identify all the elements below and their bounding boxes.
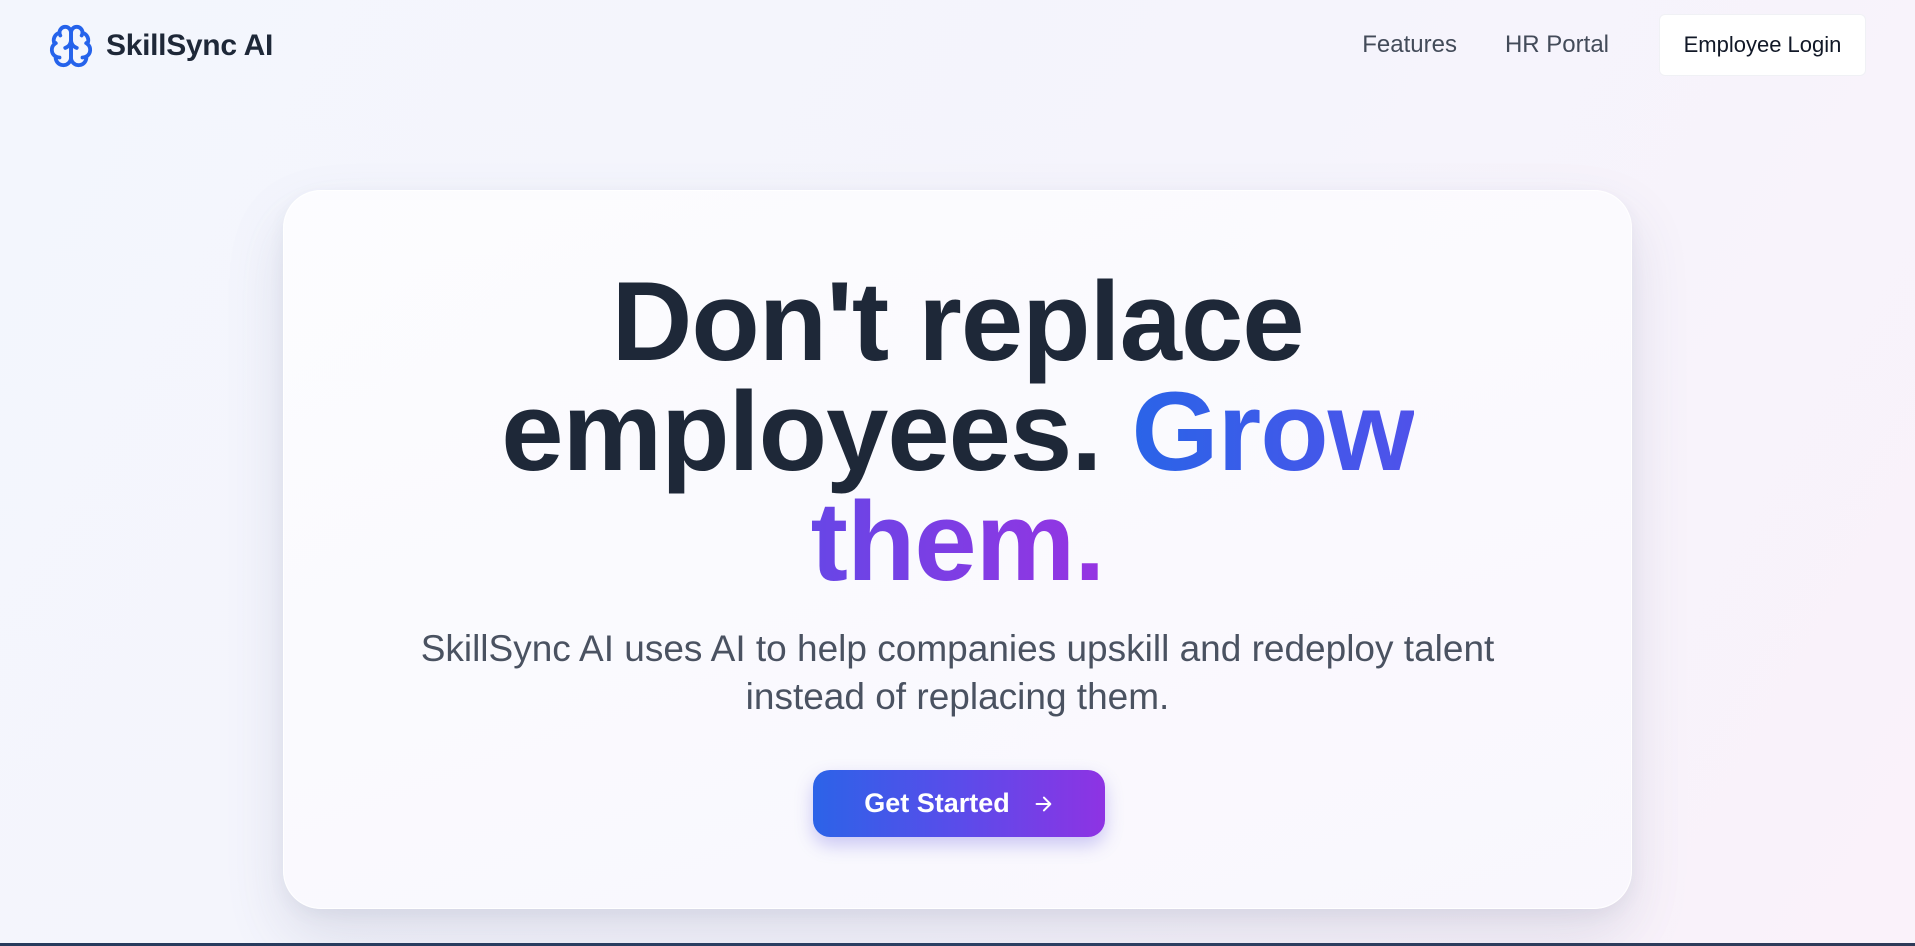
- top-navbar: SkillSync AI Features HR Portal Employee…: [0, 0, 1915, 92]
- headline-line-2: employees. Grow: [284, 376, 1631, 488]
- brand-logo[interactable]: SkillSync AI: [48, 23, 273, 69]
- employee-login-button[interactable]: Employee Login: [1659, 14, 1866, 76]
- headline-highlight-them: them.: [810, 479, 1106, 604]
- get-started-label: Get Started: [864, 788, 1010, 818]
- subtitle-line-1: SkillSync AI uses AI to help companies u…: [420, 628, 1495, 669]
- headline-line-3: them.: [284, 486, 1631, 598]
- subtitle-line-2: instead of replacing them.: [745, 676, 1170, 717]
- headline-line-1: Don't replace: [611, 259, 1304, 384]
- nav-links: Features HR Portal Employee Login: [1362, 14, 1866, 76]
- get-started-button[interactable]: Get Started: [813, 770, 1105, 837]
- arrow-right-icon: [1032, 793, 1054, 815]
- nav-link-hr-portal[interactable]: HR Portal: [1505, 31, 1609, 59]
- hero-headline: Don't replace employees. Grow them.: [284, 259, 1631, 598]
- hero-subtitle: SkillSync AI uses AI to help companies u…: [284, 625, 1631, 721]
- headline-highlight-grow: Grow: [1131, 369, 1414, 494]
- hero-card: Don't replace employees. Grow them. Skil…: [283, 190, 1632, 909]
- brain-icon: [48, 23, 94, 69]
- headline-plain-text: employees.: [501, 369, 1102, 494]
- brand-name: SkillSync AI: [106, 29, 274, 62]
- nav-link-features[interactable]: Features: [1362, 31, 1457, 59]
